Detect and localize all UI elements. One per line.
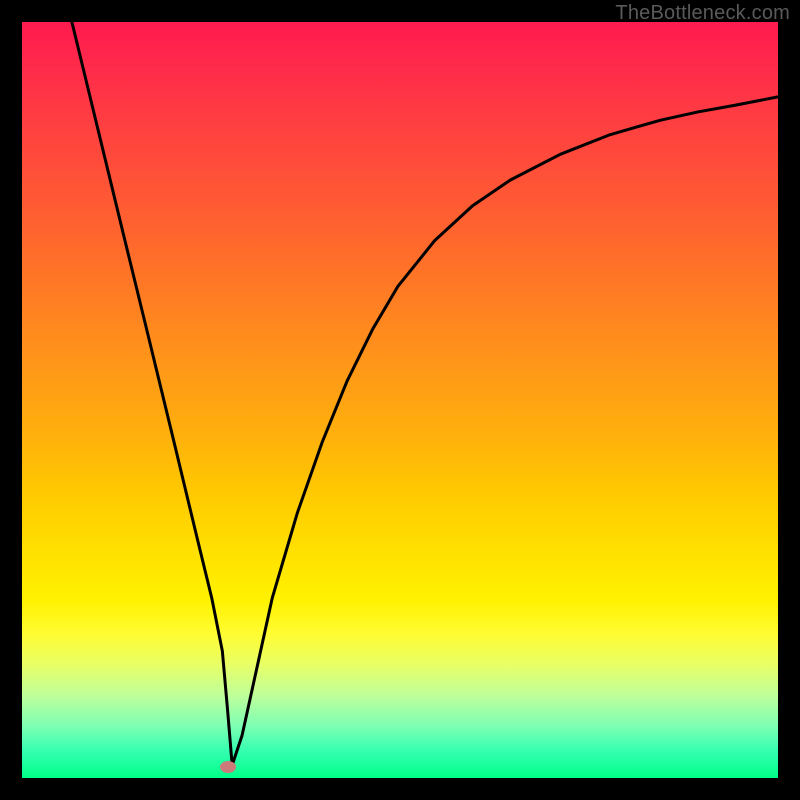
bottleneck-curve xyxy=(22,22,778,778)
chart-container: TheBottleneck.com xyxy=(0,0,800,800)
optimal-point-marker xyxy=(220,761,236,773)
plot-area xyxy=(22,22,778,778)
